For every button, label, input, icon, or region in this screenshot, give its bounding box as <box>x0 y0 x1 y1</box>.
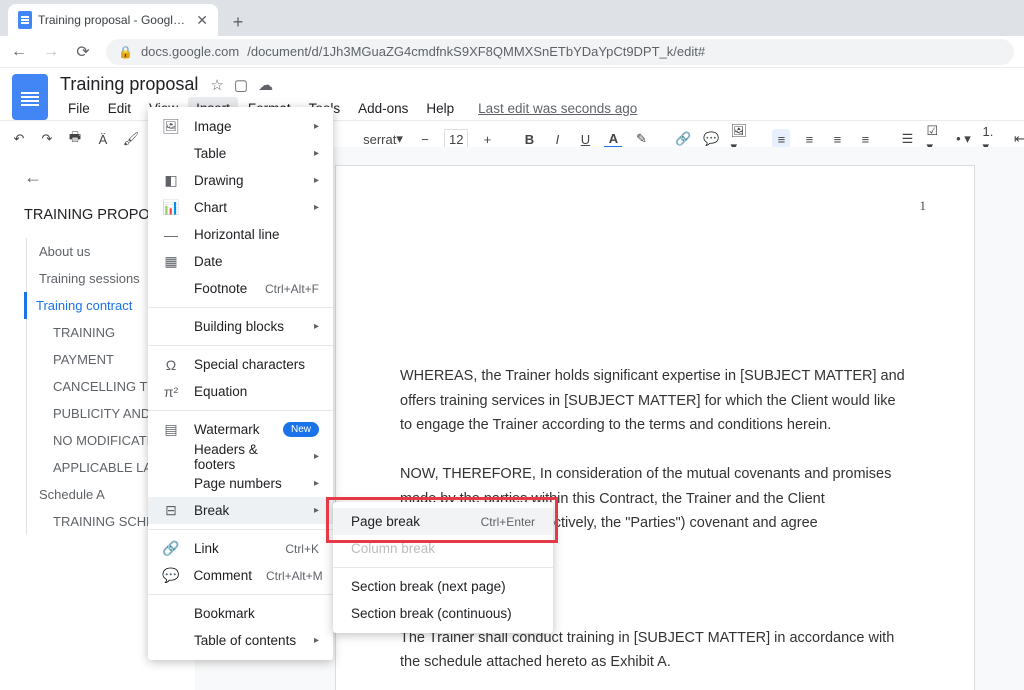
submenu-section-continuous[interactable]: Section break (continuous) <box>333 600 553 627</box>
browser-tab-strip: Training proposal - Google Docs ✕ + <box>0 0 1024 36</box>
line-spacing-button[interactable]: ☰ <box>898 131 916 147</box>
undo-button[interactable]: ↶ <box>10 131 28 147</box>
menu-comment-item[interactable]: 💬CommentCtrl+Alt+M <box>148 562 333 589</box>
star-icon[interactable]: ☆ <box>210 76 223 94</box>
cloud-status-icon[interactable]: ☁ <box>258 76 273 94</box>
menu-file[interactable]: File <box>60 97 98 120</box>
url-host: docs.google.com <box>141 44 239 59</box>
drawing-icon: ◧ <box>162 172 180 190</box>
browser-tab[interactable]: Training proposal - Google Docs ✕ <box>8 4 218 36</box>
redo-button[interactable]: ↷ <box>38 131 56 147</box>
font-family-select[interactable]: serrat ▾ <box>374 131 392 147</box>
highlight-button[interactable]: ✎ <box>632 131 650 147</box>
pi-icon: π² <box>162 383 180 401</box>
address-bar: ← → ⟳ 🔒 docs.google.com/document/d/1Jh3M… <box>0 36 1024 68</box>
italic-button[interactable]: I <box>548 132 566 147</box>
menu-toc[interactable]: Table of contents▸ <box>148 627 333 654</box>
menu-building-blocks[interactable]: Building blocks▸ <box>148 313 333 340</box>
underline-button[interactable]: U <box>576 132 594 147</box>
menu-edit[interactable]: Edit <box>100 97 139 120</box>
menu-table[interactable]: Table▸ <box>148 140 333 167</box>
watermark-icon: ▤ <box>162 421 180 439</box>
paint-format-button[interactable]: 🖌 <box>122 131 140 147</box>
close-tab-icon[interactable]: ✕ <box>196 12 208 29</box>
menu-link[interactable]: 🔗LinkCtrl+K <box>148 535 333 562</box>
docs-logo-icon[interactable] <box>12 74 48 120</box>
menu-date[interactable]: ▦Date <box>148 248 333 275</box>
submenu-column-break: Column break <box>333 535 553 562</box>
font-size-decrease[interactable]: − <box>416 132 434 147</box>
tab-title: Training proposal - Google Docs <box>38 13 190 27</box>
comment-icon: 💬 <box>162 567 179 585</box>
document-title[interactable]: Training proposal <box>60 74 198 95</box>
menu-horizontal-line[interactable]: ―Horizontal line <box>148 221 333 248</box>
chart-icon: 📊 <box>162 199 180 217</box>
forward-button[interactable]: → <box>42 43 60 61</box>
url-field[interactable]: 🔒 docs.google.com/document/d/1Jh3MGuaZG4… <box>106 39 1014 65</box>
decrease-indent-button[interactable]: ⇤ <box>1010 131 1024 147</box>
omega-icon: Ω <box>162 356 180 374</box>
insert-link-button[interactable]: 🔗 <box>674 131 692 147</box>
link-icon: 🔗 <box>162 540 180 558</box>
bold-button[interactable]: B <box>520 132 538 147</box>
break-icon: ⊟ <box>162 502 180 520</box>
menu-special-chars[interactable]: ΩSpecial characters <box>148 351 333 378</box>
text-color-button[interactable]: A <box>604 131 622 148</box>
submenu-page-break[interactable]: Page breakCtrl+Enter <box>333 508 553 535</box>
document-paragraph[interactable]: The Trainer shall conduct training in [S… <box>400 626 910 675</box>
menu-footnote[interactable]: FootnoteCtrl+Alt+F <box>148 275 333 302</box>
bullet-list-button[interactable]: • ▾ <box>954 131 972 147</box>
new-tab-button[interactable]: + <box>224 8 252 36</box>
menu-equation[interactable]: π²Equation <box>148 378 333 405</box>
align-right-button[interactable]: ≡ <box>828 132 846 147</box>
hr-icon: ― <box>162 226 180 244</box>
insert-menu-dropdown: 🖼Image▸ Table▸ ◧Drawing▸ 📊Chart▸ ―Horizo… <box>148 107 333 660</box>
image-icon: 🖼 <box>162 118 180 136</box>
menu-image[interactable]: 🖼Image▸ <box>148 113 333 140</box>
lock-icon: 🔒 <box>118 45 133 59</box>
reload-button[interactable]: ⟳ <box>74 42 92 62</box>
menu-break[interactable]: ⊟Break▸ <box>148 497 333 524</box>
url-path: /document/d/1Jh3MGuaZG4cmdfnkS9XF8QMMXSn… <box>247 44 705 59</box>
menu-help[interactable]: Help <box>418 97 462 120</box>
last-edit-link[interactable]: Last edit was seconds ago <box>478 101 637 116</box>
page-number: 1 <box>920 198 927 214</box>
align-center-button[interactable]: ≡ <box>800 132 818 147</box>
menu-bookmark[interactable]: Bookmark <box>148 600 333 627</box>
table-icon <box>162 145 180 163</box>
menu-page-numbers[interactable]: Page numbers▸ <box>148 470 333 497</box>
menu-watermark[interactable]: ▤WatermarkNew <box>148 416 333 443</box>
submenu-section-next-page[interactable]: Section break (next page) <box>333 573 553 600</box>
document-paragraph[interactable]: WHEREAS, the Trainer holds significant e… <box>400 364 910 438</box>
menu-addons[interactable]: Add-ons <box>350 97 416 120</box>
menu-chart[interactable]: 📊Chart▸ <box>148 194 333 221</box>
break-submenu: Page breakCtrl+Enter Column break Sectio… <box>333 502 553 633</box>
menu-headers-footers[interactable]: Headers & footers▸ <box>148 443 333 470</box>
insert-comment-button[interactable]: 💬 <box>702 131 720 147</box>
date-icon: ▦ <box>162 253 180 271</box>
move-icon[interactable]: ▢ <box>234 76 248 94</box>
align-justify-button[interactable]: ≡ <box>856 132 874 147</box>
docs-favicon <box>18 11 32 29</box>
font-size-increase[interactable]: + <box>478 132 496 147</box>
back-button[interactable]: ← <box>10 43 28 61</box>
spellcheck-button[interactable]: Ä <box>94 132 112 147</box>
menu-drawing[interactable]: ◧Drawing▸ <box>148 167 333 194</box>
